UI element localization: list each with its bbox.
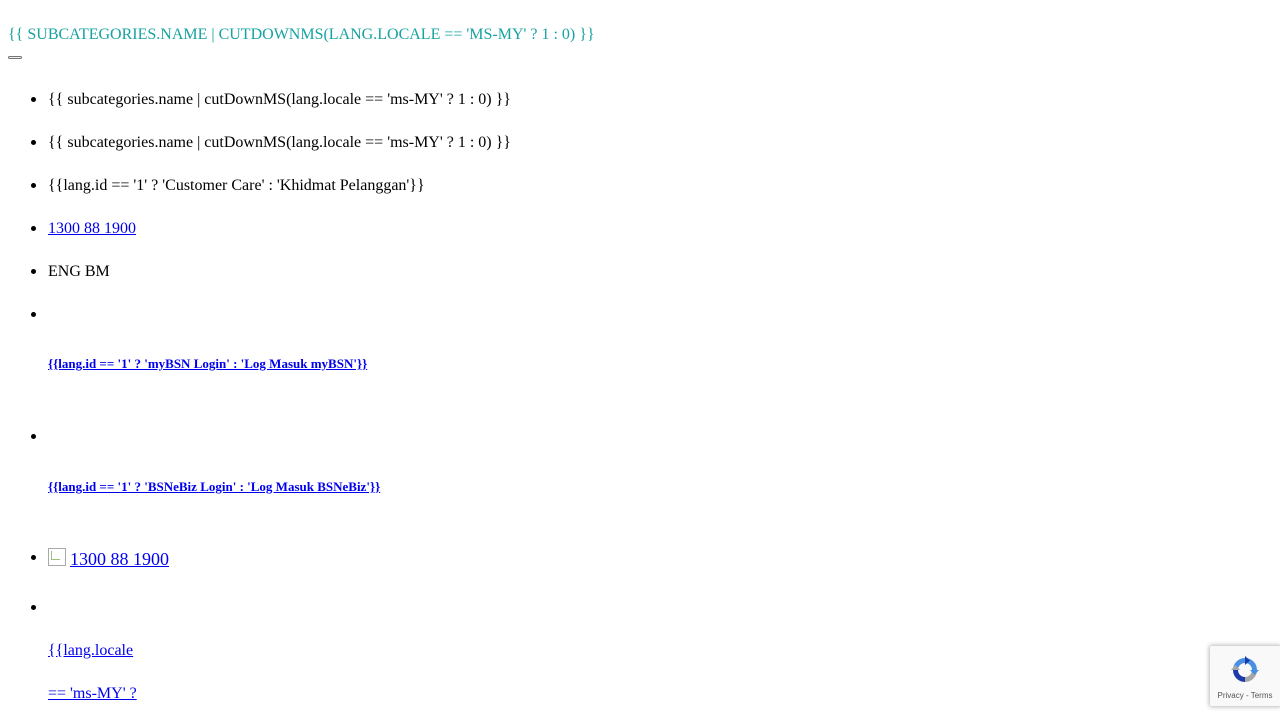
recaptcha-separator: - bbox=[1243, 691, 1251, 700]
recaptcha-privacy-link[interactable]: Privacy bbox=[1218, 691, 1244, 700]
subcategory-item: {{ subcategories.name | cutDownMS(lang.l… bbox=[31, 90, 511, 109]
mybsn-login-link[interactable]: {{lang.id == '1' ? 'myBSN Login' : 'Log … bbox=[48, 356, 367, 371]
customer-care-item: {{lang.id == '1' ? 'Customer Care' : 'Kh… bbox=[31, 176, 425, 195]
recaptcha-links: Privacy - Terms bbox=[1210, 691, 1280, 701]
recaptcha-terms-link[interactable]: Terms bbox=[1251, 691, 1273, 700]
page-title: {{ SUBCATEGORIES.NAME | CUTDOWNMS(LANG.L… bbox=[8, 26, 595, 43]
menu-toggle-button[interactable] bbox=[8, 56, 22, 59]
recaptcha-logo-icon bbox=[1231, 656, 1259, 682]
broken-image-icon bbox=[48, 548, 66, 566]
bsnebiz-login-item: {{lang.id == '1' ? 'BSNeBiz Login' : 'Lo… bbox=[30, 427, 380, 496]
locale-link-line1[interactable]: {{lang.locale bbox=[48, 642, 133, 659]
language-switch[interactable]: ENG BM bbox=[48, 263, 110, 280]
phone-link[interactable]: 1300 88 1900 bbox=[48, 220, 136, 237]
locale-link-line2[interactable]: == 'ms-MY' ? bbox=[48, 685, 137, 702]
mybsn-login-item: {{lang.id == '1' ? 'myBSN Login' : 'Log … bbox=[30, 305, 367, 373]
recaptcha-badge[interactable]: Privacy - Terms bbox=[1210, 646, 1280, 706]
subcategory-label: {{ subcategories.name | cutDownMS(lang.l… bbox=[48, 134, 511, 151]
bsnebiz-login-link[interactable]: {{lang.id == '1' ? 'BSNeBiz Login' : 'Lo… bbox=[48, 479, 380, 494]
phone-icon-item: 1300 88 1900 bbox=[31, 548, 169, 570]
phone-item: 1300 88 1900 bbox=[31, 219, 136, 238]
phone-icon-link[interactable]: 1300 88 1900 bbox=[48, 548, 169, 569]
subcategory-label: {{ subcategories.name | cutDownMS(lang.l… bbox=[48, 91, 511, 108]
language-item: ENG BM bbox=[31, 262, 110, 281]
locale-item: {{lang.locale == 'ms-MY' ? bbox=[31, 598, 137, 703]
customer-care-label: {{lang.id == '1' ? 'Customer Care' : 'Kh… bbox=[48, 177, 425, 194]
phone-number: 1300 88 1900 bbox=[70, 549, 169, 569]
subcategory-item: {{ subcategories.name | cutDownMS(lang.l… bbox=[31, 133, 511, 152]
